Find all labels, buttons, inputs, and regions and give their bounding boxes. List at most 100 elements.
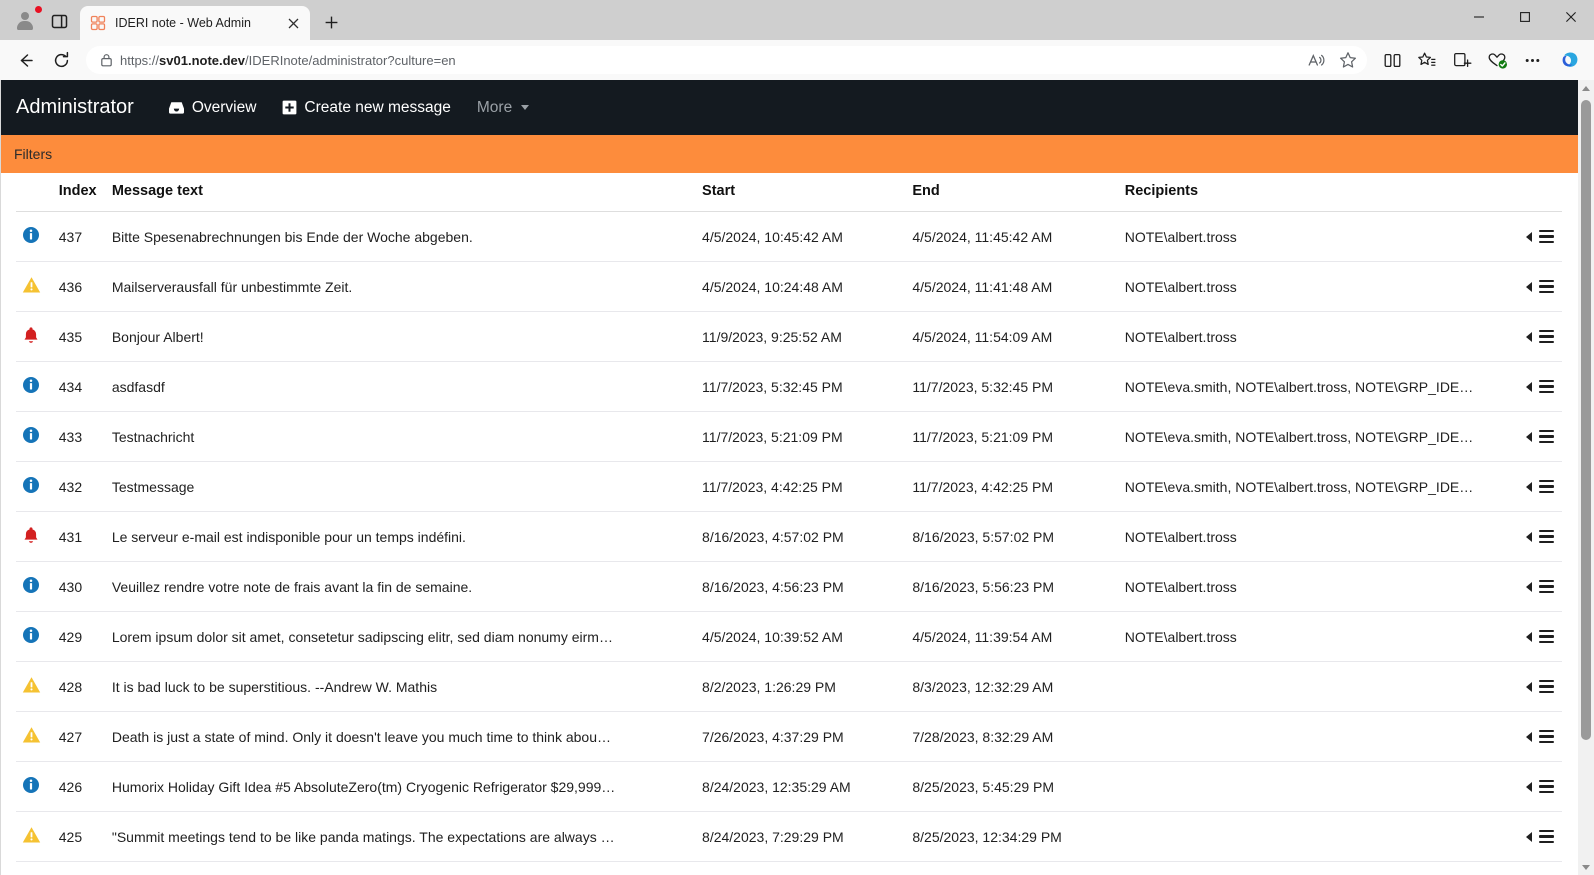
row-menu-icon[interactable] <box>1538 579 1554 594</box>
collapse-arrow-icon[interactable] <box>1525 381 1532 392</box>
col-end[interactable]: End <box>906 173 1119 212</box>
nav-item-more[interactable]: More <box>469 93 537 123</box>
nav-item-overview[interactable]: Overview <box>160 93 265 123</box>
filters-label: Filters <box>14 146 53 162</box>
collapse-arrow-icon[interactable] <box>1525 781 1532 792</box>
row-menu-icon[interactable] <box>1538 529 1554 544</box>
row-menu-icon[interactable] <box>1538 379 1554 394</box>
cell-end: 4/5/2024, 11:41:48 AM <box>906 261 1119 312</box>
table-row[interactable]: 430 Veuillez rendre votre note de frais a… <box>16 561 1562 612</box>
cell-start: 11/9/2023, 9:25:52 AM <box>696 311 907 362</box>
scrollbar-down-button[interactable] <box>1578 859 1594 875</box>
col-message-text[interactable]: Message text <box>105 173 697 212</box>
table-row[interactable]: 432 Testmessage 11/7/2023, 4:42:25 PM 11/7/… <box>16 461 1562 512</box>
cell-actions <box>1498 811 1562 862</box>
minimize-button[interactable] <box>1456 0 1502 34</box>
tab-actions-button[interactable] <box>42 6 76 36</box>
profile-button[interactable] <box>8 6 42 36</box>
read-aloud-button[interactable] <box>1301 48 1331 72</box>
table-row[interactable]: 428 It is bad luck to be superstitious. -… <box>16 661 1562 712</box>
reload-button[interactable] <box>44 44 78 76</box>
browser-essentials-button[interactable] <box>1480 44 1514 76</box>
severity-warning-icon <box>22 726 41 744</box>
address-bar[interactable]: https://sv01.note.dev/IDERInote/administ… <box>86 46 1367 74</box>
cell-start: 11/7/2023, 5:21:09 PM <box>696 411 907 462</box>
cell-recipients: NOTE\eva.smith, NOTE\albert.tross, NOTE\… <box>1118 361 1499 412</box>
collapse-arrow-icon[interactable] <box>1525 331 1532 342</box>
tab-close-button[interactable] <box>282 12 304 34</box>
table-row[interactable]: 426 Humorix Holiday Gift Idea #5 Absolute… <box>16 761 1562 812</box>
nav-item-overview-label: Overview <box>191 98 257 116</box>
cell-end: 8/25/2023, 5:45:29 PM <box>906 761 1119 812</box>
close-button[interactable] <box>1548 0 1594 34</box>
row-menu-icon[interactable] <box>1538 329 1554 344</box>
profile-alert-badge <box>35 6 42 13</box>
table-row[interactable]: 437 Bitte Spesenabrechnungen bis Ende der… <box>16 211 1562 262</box>
cell-index: 430 <box>52 561 106 612</box>
col-severity[interactable] <box>16 173 53 212</box>
plus-square-icon <box>283 100 297 115</box>
split-screen-button[interactable] <box>1375 44 1409 76</box>
collapse-arrow-icon[interactable] <box>1525 481 1532 492</box>
row-menu-icon[interactable] <box>1538 679 1554 694</box>
collapse-arrow-icon[interactable] <box>1525 731 1532 742</box>
nav-item-create-new-message[interactable]: Create new message <box>274 93 458 123</box>
cell-index: 433 <box>52 411 106 462</box>
browser-tab[interactable]: IDERI note - Web Admin <box>80 6 310 40</box>
add-favorite-button[interactable] <box>1333 48 1363 72</box>
url-text[interactable]: https://sv01.note.dev/IDERInote/administ… <box>120 53 1301 68</box>
table-row[interactable]: 436 Mailserverausfall für unbestimmte Zei… <box>16 261 1562 312</box>
row-menu-icon[interactable] <box>1538 829 1554 844</box>
table-row[interactable]: 425 "Summit meetings tend to be like pand… <box>16 811 1562 862</box>
scrollbar-thumb[interactable] <box>1580 100 1591 740</box>
col-index[interactable]: Index <box>52 173 106 212</box>
page-scrollbar[interactable] <box>1577 80 1594 875</box>
collapse-arrow-icon[interactable] <box>1525 831 1532 842</box>
favorites-list-icon <box>1418 52 1436 66</box>
collapse-arrow-icon[interactable] <box>1525 281 1532 292</box>
favorites-button[interactable] <box>1410 44 1444 76</box>
copilot-button[interactable] <box>1554 44 1586 76</box>
cell-recipients: NOTE\eva.smith, NOTE\albert.tross, NOTE\… <box>1118 461 1499 512</box>
site-info-button[interactable] <box>92 48 120 72</box>
collapse-arrow-icon[interactable] <box>1525 431 1532 442</box>
more-options-button[interactable] <box>1515 44 1549 76</box>
maximize-button[interactable] <box>1502 0 1548 34</box>
filters-bar[interactable]: Filters <box>0 135 1578 173</box>
collapse-arrow-icon[interactable] <box>1525 631 1532 642</box>
row-menu-icon[interactable] <box>1538 429 1554 444</box>
severity-alarm-icon <box>22 326 40 344</box>
cell-message-text: "Summit meetings tend to be like panda m… <box>105 811 697 862</box>
table-row[interactable]: 433 Testnachricht 11/7/2023, 5:21:09 PM 11/… <box>16 411 1562 462</box>
avatar-icon <box>15 11 35 31</box>
severity-warning-icon <box>22 826 41 844</box>
row-menu-icon[interactable] <box>1538 229 1554 244</box>
collapse-arrow-icon[interactable] <box>1525 531 1532 542</box>
severity-information-icon <box>22 576 40 594</box>
cell-recipients: NOTE\albert.tross <box>1118 511 1499 562</box>
back-button[interactable] <box>8 44 42 76</box>
split-screen-icon <box>1384 53 1400 67</box>
table-row[interactable]: 427 Death is just a state of mind. Only i… <box>16 711 1562 762</box>
row-menu-icon[interactable] <box>1538 629 1554 644</box>
table-row[interactable]: 429 Lorem ipsum dolor sit amet, consetetu… <box>16 611 1562 662</box>
new-tab-button[interactable] <box>316 7 346 37</box>
row-menu-icon[interactable] <box>1538 779 1554 794</box>
col-recipients[interactable]: Recipients <box>1118 173 1499 212</box>
collapse-arrow-icon[interactable] <box>1525 681 1532 692</box>
chevron-down-icon <box>1581 864 1590 870</box>
col-start[interactable]: Start <box>696 173 907 212</box>
table-row[interactable]: 435 Bonjour Albert! 11/9/2023, 9:25:52 AM 4… <box>16 311 1562 362</box>
row-menu-icon[interactable] <box>1538 279 1554 294</box>
row-menu-icon[interactable] <box>1538 479 1554 494</box>
scrollbar-up-button[interactable] <box>1578 80 1594 96</box>
cell-message-text: Mailserverausfall für unbestimmte Zeit. <box>105 261 697 312</box>
collections-button[interactable] <box>1445 44 1479 76</box>
table-row[interactable]: 431 Le serveur e-mail est indisponible po… <box>16 511 1562 562</box>
row-menu-icon[interactable] <box>1538 729 1554 744</box>
collapse-arrow-icon[interactable] <box>1525 231 1532 242</box>
table-row[interactable]: 434 asdfasdf 11/7/2023, 5:32:45 PM 11/7/202… <box>16 361 1562 412</box>
tab-title: IDERI note - Web Admin <box>115 16 251 30</box>
collapse-arrow-icon[interactable] <box>1525 581 1532 592</box>
tab-search-icon <box>51 14 67 28</box>
